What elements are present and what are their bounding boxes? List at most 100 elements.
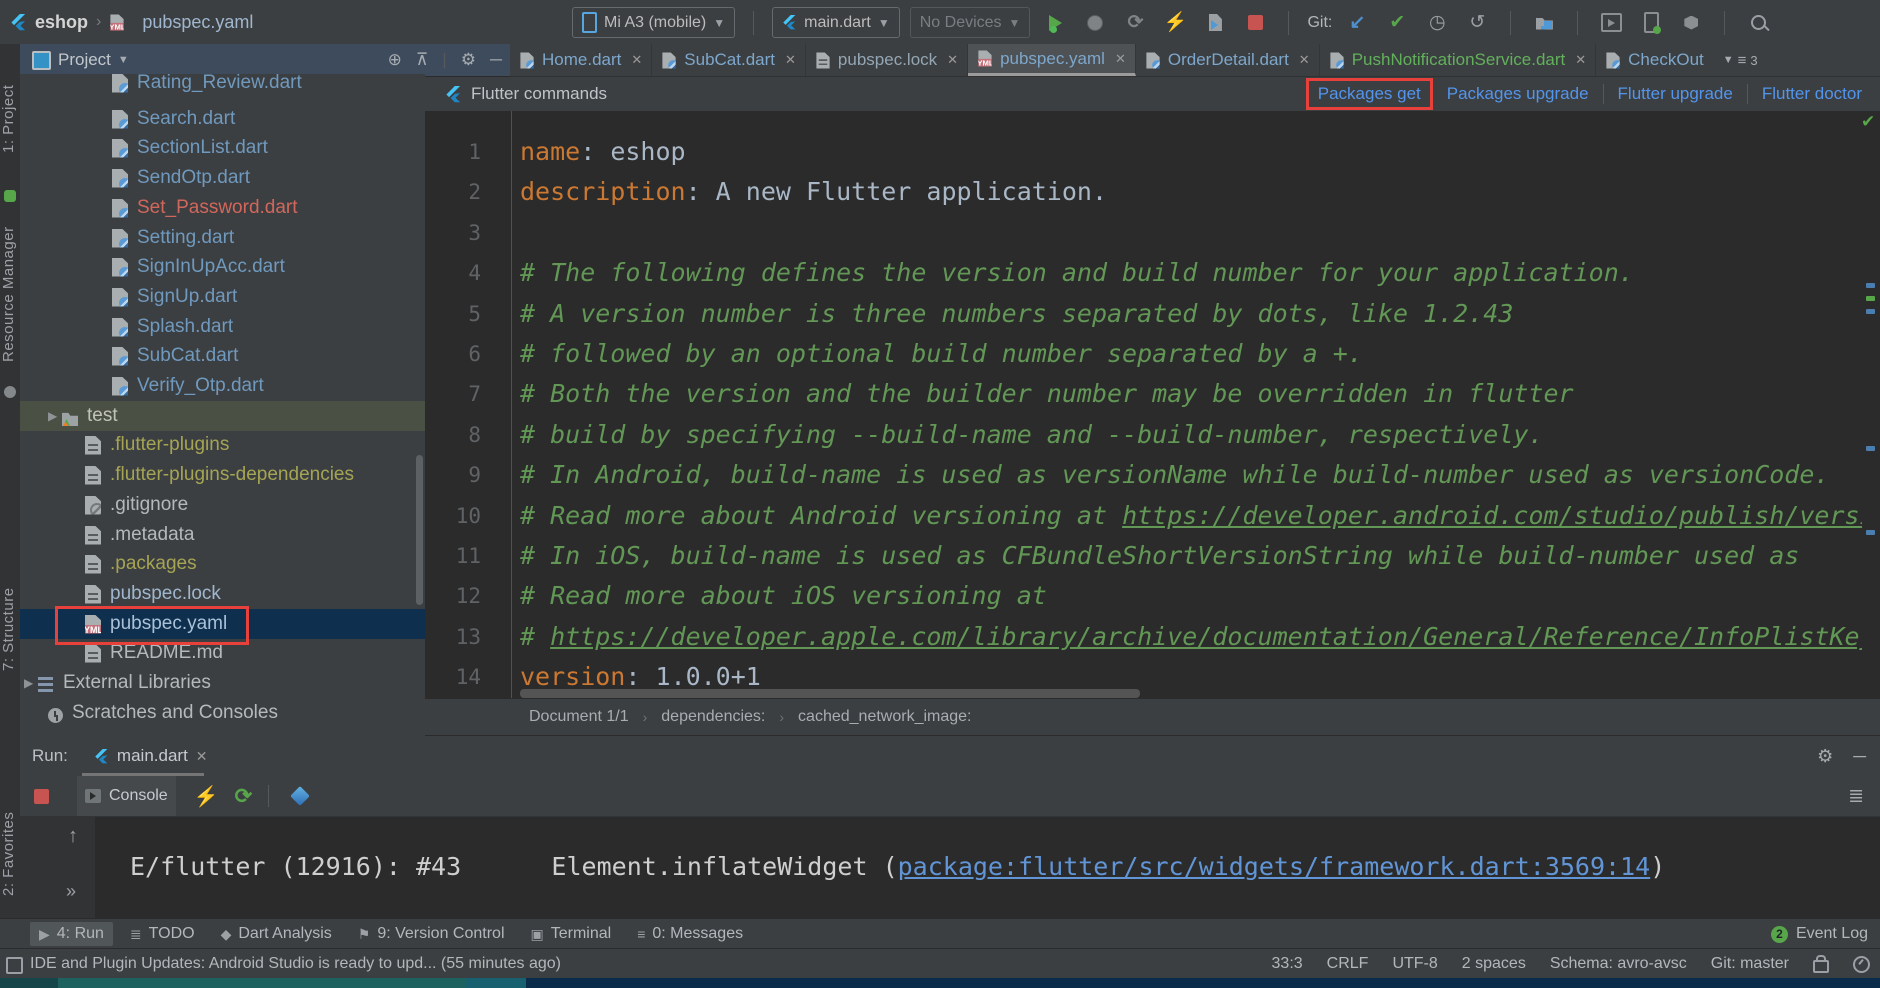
close-icon[interactable]: ✕ — [196, 748, 208, 765]
close-icon[interactable]: ✕ — [1115, 51, 1126, 67]
project-view-selector[interactable]: Project ▼ — [32, 50, 129, 70]
flutter-attach-button[interactable] — [1200, 8, 1230, 38]
toolwindow-switcher-icon[interactable] — [6, 957, 23, 974]
tree-item-metadata[interactable]: .metadata — [20, 520, 425, 550]
status-message[interactable]: IDE and Plugin Updates: Android Studio i… — [30, 955, 561, 973]
hide-panel-button[interactable]: ─ — [490, 50, 502, 70]
expand-arrow-icon[interactable]: ▶ — [48, 409, 62, 423]
breadcrumb-dependencies[interactable]: dependencies: — [657, 708, 769, 726]
tree-item-search[interactable]: Search.dart — [20, 104, 425, 134]
hot-reload-icon[interactable]: ⚡ — [194, 784, 219, 809]
search-everywhere-button[interactable] — [1743, 8, 1773, 38]
packages-get-link[interactable]: Packages get — [1306, 78, 1433, 110]
flutter-upgrade-link[interactable]: Flutter upgrade — [1606, 81, 1745, 107]
git-branch[interactable]: Git: master — [1711, 955, 1789, 973]
event-log-button[interactable]: 2 Event Log — [1771, 919, 1868, 949]
file-encoding[interactable]: UTF-8 — [1392, 955, 1437, 973]
git-update-button[interactable]: ↙ — [1342, 8, 1372, 38]
git-commit-button[interactable]: ✔ — [1382, 8, 1412, 38]
tree-item-set-password[interactable]: Set_Password.dart — [20, 193, 425, 223]
tree-item-flutter-plugins-dependencies[interactable]: .flutter-plugins-dependencies — [20, 460, 425, 490]
commit-tool-icon[interactable] — [4, 190, 16, 202]
tree-item-packages[interactable]: .packages — [20, 549, 425, 579]
device-file-explorer-button[interactable] — [1529, 8, 1559, 38]
hot-restart-icon[interactable]: ⟳ — [235, 784, 253, 809]
close-icon[interactable]: ✕ — [947, 52, 958, 68]
console-tab[interactable]: Console — [77, 776, 176, 816]
close-icon[interactable]: ✕ — [631, 52, 642, 68]
hidden-tabs-button[interactable]: ▼ ≡3 — [1717, 44, 1764, 76]
caret-position[interactable]: 33:3 — [1272, 955, 1303, 973]
toolwindow-messages[interactable]: ≡0: Messages — [628, 922, 752, 946]
avd-manager-button[interactable] — [1636, 8, 1666, 38]
locate-file-button[interactable]: ⊕ — [388, 50, 402, 70]
editor[interactable]: 1 2 3 4 5 6 7 8 9 10 11 12 13 14 name: e… — [425, 111, 1862, 698]
tree-item-rating-review[interactable]: Rating_Review.dart — [20, 74, 425, 98]
stacktrace-link[interactable]: package:flutter/src/widgets/framework.da… — [898, 852, 1651, 881]
devices-selector[interactable]: No Devices▼ — [910, 7, 1031, 38]
run-config-selector[interactable]: main.dart▼ — [772, 7, 900, 38]
tree-scrollbar[interactable] — [416, 455, 423, 605]
tab-pubspec-lock[interactable]: pubspec.lock✕ — [806, 44, 968, 76]
debug-button[interactable] — [1080, 8, 1110, 38]
stripe-mark[interactable] — [1866, 530, 1875, 535]
stripe-mark[interactable] — [1866, 296, 1875, 301]
tree-item-pubspec-lock[interactable]: pubspec.lock — [20, 579, 425, 609]
toolwindow-dart-analysis[interactable]: ◆Dart Analysis — [212, 922, 341, 946]
tab-pushnotificationservice-dart[interactable]: PushNotificationService.dart✕ — [1320, 44, 1596, 76]
history-button[interactable]: ◷ — [1422, 8, 1452, 38]
tree-item-sendotp[interactable]: SendOtp.dart — [20, 163, 425, 193]
stripe-resource-manager-button[interactable]: Resource Manager — [0, 214, 20, 374]
tree-item-test-folder[interactable]: ▶ test — [20, 401, 425, 431]
dart-devtools-icon[interactable] — [290, 786, 310, 806]
tree-item-external-libraries[interactable]: ▶ External Libraries — [20, 668, 425, 698]
editor-horizontal-scrollbar[interactable] — [520, 689, 1140, 698]
flutter-doctor-link[interactable]: Flutter doctor — [1750, 81, 1874, 107]
close-icon[interactable]: ✕ — [1575, 52, 1586, 68]
stripe-structure-button[interactable]: 7: Structure — [0, 579, 20, 679]
toolwindow-todo[interactable]: ≣TODO — [121, 922, 204, 946]
stripe-tool-icon[interactable] — [4, 386, 16, 398]
close-icon[interactable]: ✕ — [785, 52, 796, 68]
tab-pubspec-yaml[interactable]: pubspec.yaml✕ — [968, 44, 1136, 76]
tree-item-verify-otp[interactable]: Verify_Otp.dart — [20, 371, 425, 401]
stripe-project-button[interactable]: 1: Project — [0, 64, 20, 174]
tree-item-setting[interactable]: Setting.dart — [20, 223, 425, 253]
stop-icon[interactable] — [34, 789, 49, 804]
tree-item-flutter-plugins[interactable]: .flutter-plugins — [20, 430, 425, 460]
tree-item-scratches[interactable]: Scratches and Consoles — [20, 698, 425, 728]
toolwindow-version-control[interactable]: ⚑9: Version Control — [349, 922, 514, 946]
tree-item-gitignore[interactable]: .gitignore — [20, 490, 425, 520]
run-tab-main-dart[interactable]: main.dart✕ — [88, 736, 214, 776]
scroll-up-icon[interactable]: ↑ — [68, 825, 78, 848]
apple-versioning-link[interactable]: https://developer.apple.com/library/arch… — [550, 622, 1862, 651]
tree-item-subcat[interactable]: SubCat.dart — [20, 341, 425, 371]
tree-item-signinupacc[interactable]: SignInUpAcc.dart — [20, 252, 425, 282]
stop-button[interactable] — [1240, 8, 1270, 38]
schema-setting[interactable]: Schema: avro-avsc — [1550, 955, 1687, 973]
tree-item-signup[interactable]: SignUp.dart — [20, 282, 425, 312]
settings-gear-icon[interactable]: ⚙ — [1817, 746, 1833, 767]
soft-wrap-icon[interactable]: ≣ — [1848, 785, 1864, 808]
tree-item-sectionlist[interactable]: SectionList.dart — [20, 133, 425, 163]
hide-panel-button[interactable]: ─ — [1853, 746, 1866, 767]
hot-reload-button[interactable]: ⚡ — [1160, 8, 1190, 38]
tab-home-dart[interactable]: Home.dart✕ — [510, 44, 652, 76]
settings-gear-icon[interactable]: ⚙ — [461, 50, 476, 70]
rollback-button[interactable]: ↺ — [1462, 8, 1492, 38]
code-area[interactable]: name: eshop description: A new Flutter a… — [513, 111, 1862, 698]
memory-indicator-icon[interactable] — [1853, 956, 1870, 973]
tab-subcat-dart[interactable]: SubCat.dart✕ — [652, 44, 806, 76]
tab-checkout[interactable]: CheckOut — [1596, 44, 1713, 76]
breadcrumb-file[interactable]: pubspec.yaml — [142, 12, 253, 33]
collapse-all-button[interactable]: ⊼ — [416, 50, 428, 70]
tree-item-pubspec-yaml[interactable]: pubspec.yaml — [20, 609, 425, 639]
breadcrumb-project[interactable]: eshop — [35, 12, 88, 33]
close-icon[interactable]: ✕ — [1299, 52, 1310, 68]
expand-more-icon[interactable]: » — [66, 881, 74, 902]
stripe-mark[interactable] — [1866, 309, 1875, 314]
lock-icon[interactable] — [1813, 960, 1829, 973]
tree-item-readme[interactable]: README.md — [20, 638, 425, 668]
toolwindow-terminal[interactable]: ▣Terminal — [522, 922, 621, 946]
run-button[interactable] — [1040, 8, 1070, 38]
